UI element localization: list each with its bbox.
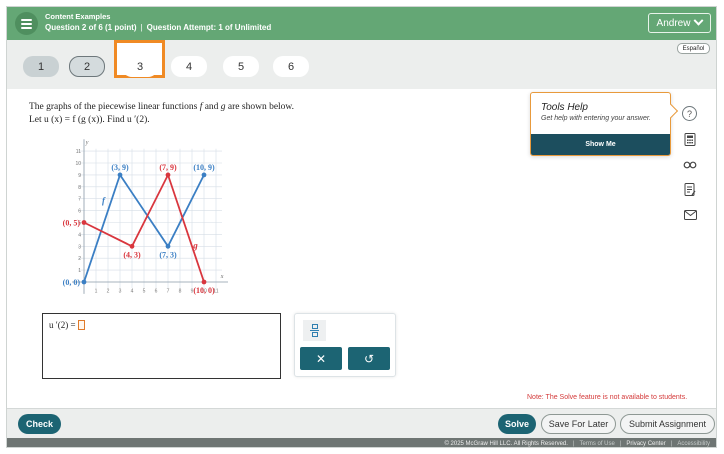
g-function-label: g	[192, 241, 198, 251]
x-tick-label: 4	[131, 289, 134, 295]
f-series-point	[165, 243, 171, 249]
x-tick-label: 3	[119, 289, 122, 295]
point-label: (3, 9)	[111, 163, 129, 172]
solve-note: Note: The Solve feature is not available…	[527, 394, 688, 401]
math-keypad: ✕ ↺	[294, 313, 396, 377]
tools-help-popover: Tools Help Get help with entering your a…	[530, 92, 679, 156]
undo-button[interactable]: ↺	[348, 347, 390, 370]
check-button[interactable]: Check	[18, 414, 61, 434]
point-label: (7, 3)	[159, 250, 177, 259]
question-button-4[interactable]: 4	[171, 56, 207, 77]
g-series-point	[129, 243, 135, 249]
denominator-box-icon	[311, 332, 318, 337]
privacy-link[interactable]: Privacy Center	[626, 441, 665, 447]
x-tick-label: 2	[107, 289, 110, 295]
question-button-3[interactable]: 3	[122, 56, 158, 77]
y-tick-label: 9	[78, 173, 81, 179]
piecewise-graph: xy1 2 3 4 5 6 7 8 9 10 111234567891011(3, 9) (7, 9)…	[63, 139, 228, 295]
question-button-2[interactable]: 2	[69, 56, 105, 77]
language-toggle[interactable]: Español	[677, 43, 710, 54]
question-button-1[interactable]: 1	[23, 56, 59, 77]
glasses-icon[interactable]	[682, 157, 698, 173]
question-info-line: Question 2 of 6 (1 point) | Question Attem…	[45, 23, 271, 32]
copyright-text: © 2025 McGraw Hill LLC. All Rights Reser…	[444, 440, 568, 447]
question-button-6[interactable]: 6	[273, 56, 309, 77]
tools-help-description: Get help with entering your answer.	[541, 115, 651, 122]
answer-label: u ′(2) =	[49, 320, 76, 330]
popover-arrow	[663, 103, 679, 119]
point-label: (10, 0)	[193, 286, 215, 295]
calculator-icon[interactable]	[682, 131, 698, 147]
g-series-point	[165, 172, 171, 178]
question-nav: 1 2 3 4 5 6 Español	[7, 40, 716, 89]
mail-icon[interactable]	[682, 207, 698, 223]
g-series-point	[81, 220, 87, 225]
f-function-label: f	[102, 195, 106, 205]
clear-button[interactable]: ✕	[300, 347, 342, 370]
user-menu-button[interactable]: Andrew	[648, 13, 711, 33]
point-label: (10, 9)	[193, 163, 215, 172]
course-title: Content Examples	[45, 12, 111, 21]
x-tick-label: 1	[95, 289, 98, 295]
question-info: Question 2 of 6 (1 point)	[45, 23, 137, 32]
y-tick-label: 11	[76, 149, 81, 155]
x-tick-label: 8	[179, 289, 182, 295]
y-axis-label: y	[85, 140, 89, 146]
separator: |	[140, 23, 143, 32]
f-series-point	[117, 172, 123, 178]
f-series-point	[201, 172, 207, 178]
y-tick-label: 1	[78, 268, 81, 274]
user-name: Andrew	[656, 17, 691, 29]
x-axis-label: x	[220, 274, 224, 280]
question-text: The graphs of the piecewise linear funct…	[29, 101, 294, 127]
answer-input-slot[interactable]	[77, 320, 85, 330]
f-series-point	[81, 279, 87, 285]
y-tick-label: 8	[78, 185, 81, 191]
y-tick-label: 10	[75, 161, 81, 167]
terms-link[interactable]: Terms of Use	[579, 441, 614, 447]
g-series-point	[201, 279, 207, 285]
solve-button[interactable]: Solve	[498, 414, 536, 434]
menu-icon[interactable]	[15, 12, 38, 35]
x-tick-label: 6	[155, 289, 158, 295]
show-me-button[interactable]: Show Me	[531, 134, 670, 155]
numerator-box-icon	[311, 324, 318, 329]
answer-box[interactable]: u ′(2) =	[42, 313, 281, 379]
y-tick-label: 7	[78, 197, 81, 203]
x-tick-label: 7	[167, 289, 170, 295]
point-label: (4, 3)	[123, 250, 141, 259]
save-for-later-button[interactable]: Save For Later	[541, 414, 616, 434]
answer-expression: u ′(2) =	[49, 320, 85, 330]
y-tick-label: 6	[78, 209, 81, 215]
copyright-bar: © 2025 McGraw Hill LLC. All Rights Reser…	[7, 438, 716, 447]
point-label: (7, 9)	[159, 163, 177, 172]
footer-bar: Check Solve Save For Later Submit Assign…	[7, 408, 716, 438]
y-tick-label: 2	[78, 256, 81, 262]
submit-assignment-button[interactable]: Submit Assignment	[620, 414, 715, 434]
notes-icon[interactable]	[682, 181, 698, 197]
point-label: (0, 0)	[63, 278, 81, 287]
y-tick-label: 3	[78, 244, 81, 250]
fraction-bar-icon	[310, 330, 319, 331]
fraction-template-button[interactable]	[303, 320, 326, 341]
question-line-1: The graphs of the piecewise linear funct…	[29, 102, 295, 112]
tools-help-title: Tools Help	[541, 102, 588, 113]
point-label: (0, 5)	[63, 219, 81, 228]
question-line-2: Let u (x) = f (g (x)). Find u ′(2).	[29, 115, 150, 125]
chevron-down-icon	[694, 15, 704, 26]
x-tick-label: 5	[143, 289, 146, 295]
question-button-5[interactable]: 5	[223, 56, 259, 77]
help-icon[interactable]: ?	[682, 106, 697, 121]
accessibility-link[interactable]: Accessibility	[677, 441, 710, 447]
attempt-info: Question Attempt: 1 of Unlimited	[146, 23, 272, 32]
y-tick-label: 4	[78, 232, 81, 238]
app-frame: Content Examples Question 2 of 6 (1 poin…	[6, 6, 717, 448]
header-bar: Content Examples Question 2 of 6 (1 poin…	[7, 7, 716, 40]
